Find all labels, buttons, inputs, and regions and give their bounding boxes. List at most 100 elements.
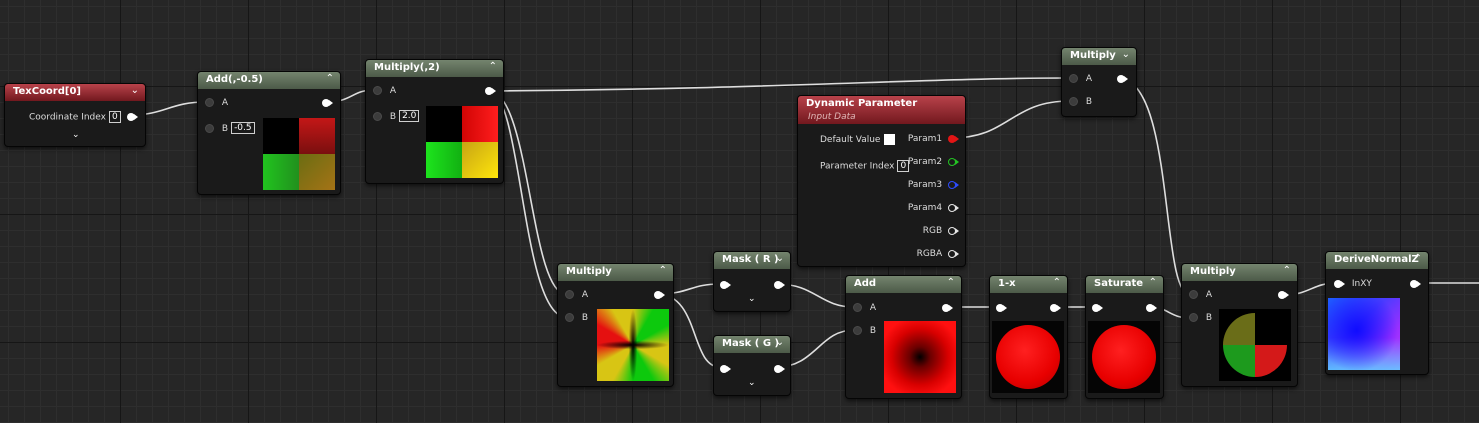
mask-r-node[interactable]: Mask ( R ) ⌄ ⌄	[713, 251, 791, 312]
output-pin[interactable]	[127, 111, 138, 123]
chevron-up-icon[interactable]: ⌃	[1414, 253, 1422, 264]
chevron-up-icon[interactable]: ⌃	[659, 265, 667, 276]
preview-thumbnail	[992, 321, 1064, 393]
preview-thumbnail	[426, 106, 498, 178]
add-node[interactable]: Add ⌃ A B	[845, 275, 962, 399]
input-b-label: B	[389, 111, 397, 122]
dynamic-parameter-node[interactable]: Dynamic Parameter Input Data Default Val…	[797, 95, 966, 267]
node-header[interactable]: Multiply ⌃	[1182, 264, 1297, 281]
node-header[interactable]: 1-x ⌃	[990, 276, 1067, 293]
output-pin[interactable]	[485, 85, 496, 97]
chevron-up-icon[interactable]: ⌃	[1053, 277, 1061, 288]
coordinate-index-field[interactable]: 0	[108, 111, 121, 123]
output-pin[interactable]	[322, 97, 333, 109]
input-a-pin[interactable]: A	[565, 289, 588, 301]
output-rgb[interactable]: RGB	[923, 225, 959, 237]
input-a-pin[interactable]: A	[373, 85, 396, 97]
wire-dyn-multop	[950, 100, 1071, 139]
output-rgba[interactable]: RGBA	[917, 248, 959, 260]
input-b-pin[interactable]: B 2.0	[373, 110, 420, 122]
node-header[interactable]: Multiply ⌃	[558, 264, 673, 281]
output-param4[interactable]: Param4	[908, 202, 959, 214]
default-value-swatch[interactable]	[884, 134, 896, 145]
node-header[interactable]: TexCoord[0] ⌄	[5, 84, 145, 101]
input-a-pin[interactable]: A	[853, 302, 876, 314]
input-b-pin[interactable]: B -0.5	[205, 122, 255, 134]
input-b-pin[interactable]: B	[1189, 312, 1212, 324]
add-negative-half-node[interactable]: Add(,-0.5) ⌃ A B -0.5	[197, 71, 341, 195]
node-header[interactable]: Multiply(,2) ⌃	[366, 60, 503, 77]
derive-normal-z-node[interactable]: DeriveNormalZ ⌃ InXY	[1325, 251, 1429, 375]
node-title: Add	[854, 278, 877, 289]
input-pin[interactable]	[1092, 302, 1103, 314]
chevron-down-icon[interactable]: ⌄	[748, 294, 756, 304]
multiply-two-node[interactable]: Multiply(,2) ⌃ A B 2.0	[365, 59, 504, 184]
input-a-pin[interactable]: A	[205, 97, 228, 109]
chevron-down-icon[interactable]: ⌄	[748, 378, 756, 388]
mask-g-node[interactable]: Mask ( G ) ⌄ ⌄	[713, 335, 791, 396]
output-param1[interactable]: Param1	[908, 133, 959, 145]
output-pin[interactable]	[942, 302, 953, 314]
multiply-top-node[interactable]: Multiply ⌄ A B	[1061, 47, 1137, 117]
chevron-up-icon[interactable]: ⌃	[947, 277, 955, 288]
preview-thumbnail	[263, 118, 335, 190]
node-header[interactable]: Saturate ⌃	[1086, 276, 1163, 293]
texcoord-node[interactable]: TexCoord[0] ⌄ Coordinate Index 0 ⌄	[4, 83, 146, 147]
input-a-pin[interactable]: A	[1069, 73, 1092, 85]
node-title: Multiply	[1190, 266, 1236, 277]
output-pin[interactable]	[1278, 289, 1289, 301]
chevron-down-icon[interactable]: ⌄	[131, 85, 139, 96]
output-pin[interactable]	[1050, 302, 1061, 314]
output-param3[interactable]: Param3	[908, 179, 959, 191]
output-pin[interactable]	[654, 289, 665, 301]
preview-thumbnail	[884, 321, 956, 393]
multiply-ball-node[interactable]: Multiply ⌃ A B	[1181, 263, 1298, 387]
parameter-index-label: Parameter Index	[820, 161, 895, 172]
input-b-value[interactable]: 2.0	[399, 110, 420, 122]
node-header[interactable]: Mask ( G ) ⌄	[714, 336, 790, 353]
node-header[interactable]: Mask ( R ) ⌄	[714, 252, 790, 269]
input-pin[interactable]	[720, 363, 731, 375]
input-pin[interactable]	[720, 279, 731, 291]
node-header[interactable]: Dynamic Parameter Input Data	[798, 96, 965, 124]
wire-mul2-multop	[488, 77, 1069, 92]
node-title: Add(,-0.5)	[206, 74, 263, 85]
output-pin[interactable]	[1117, 73, 1128, 85]
output-label: Param2	[907, 157, 943, 167]
input-inxy-pin[interactable]: InXY	[1334, 278, 1372, 290]
output-label: Param3	[907, 180, 943, 190]
input-b-value[interactable]: -0.5	[231, 122, 255, 134]
input-inxy-label: InXY	[1351, 279, 1372, 289]
default-value-row: Default Value	[820, 134, 896, 146]
input-b-pin[interactable]: B	[1069, 96, 1092, 108]
input-b-pin[interactable]: B	[853, 325, 876, 337]
chevron-down-icon[interactable]: ⌄	[776, 337, 784, 348]
output-pin[interactable]	[774, 279, 785, 291]
one-minus-node[interactable]: 1-x ⌃	[989, 275, 1068, 399]
output-pin[interactable]	[774, 363, 785, 375]
node-header[interactable]: Add(,-0.5) ⌃	[198, 72, 340, 89]
output-pin[interactable]	[1410, 278, 1421, 290]
preview-thumbnail	[1328, 298, 1400, 370]
chevron-up-icon[interactable]: ⌃	[489, 61, 497, 72]
chevron-down-icon[interactable]: ⌄	[1122, 49, 1130, 60]
node-header[interactable]: Add ⌃	[846, 276, 961, 293]
input-a-label: A	[1205, 290, 1213, 300]
output-param2[interactable]: Param2	[908, 156, 959, 168]
saturate-node[interactable]: Saturate ⌃	[1085, 275, 1164, 399]
output-label: Param1	[907, 134, 943, 144]
chevron-up-icon[interactable]: ⌃	[1283, 265, 1291, 276]
multiply-square-node[interactable]: Multiply ⌃ A B	[557, 263, 674, 387]
input-b-pin[interactable]: B	[565, 312, 588, 324]
output-label: Param4	[907, 203, 943, 213]
chevron-up-icon[interactable]: ⌃	[326, 73, 334, 84]
node-header[interactable]: Multiply ⌄	[1062, 48, 1136, 65]
node-header[interactable]: DeriveNormalZ ⌃	[1326, 252, 1428, 269]
input-b-label: B	[1085, 97, 1093, 107]
input-a-pin[interactable]: A	[1189, 289, 1212, 301]
chevron-down-icon[interactable]: ⌄	[72, 130, 80, 140]
output-pin[interactable]	[1146, 302, 1157, 314]
chevron-down-icon[interactable]: ⌄	[776, 253, 784, 264]
input-pin[interactable]	[996, 302, 1007, 314]
chevron-up-icon[interactable]: ⌃	[1149, 277, 1157, 288]
